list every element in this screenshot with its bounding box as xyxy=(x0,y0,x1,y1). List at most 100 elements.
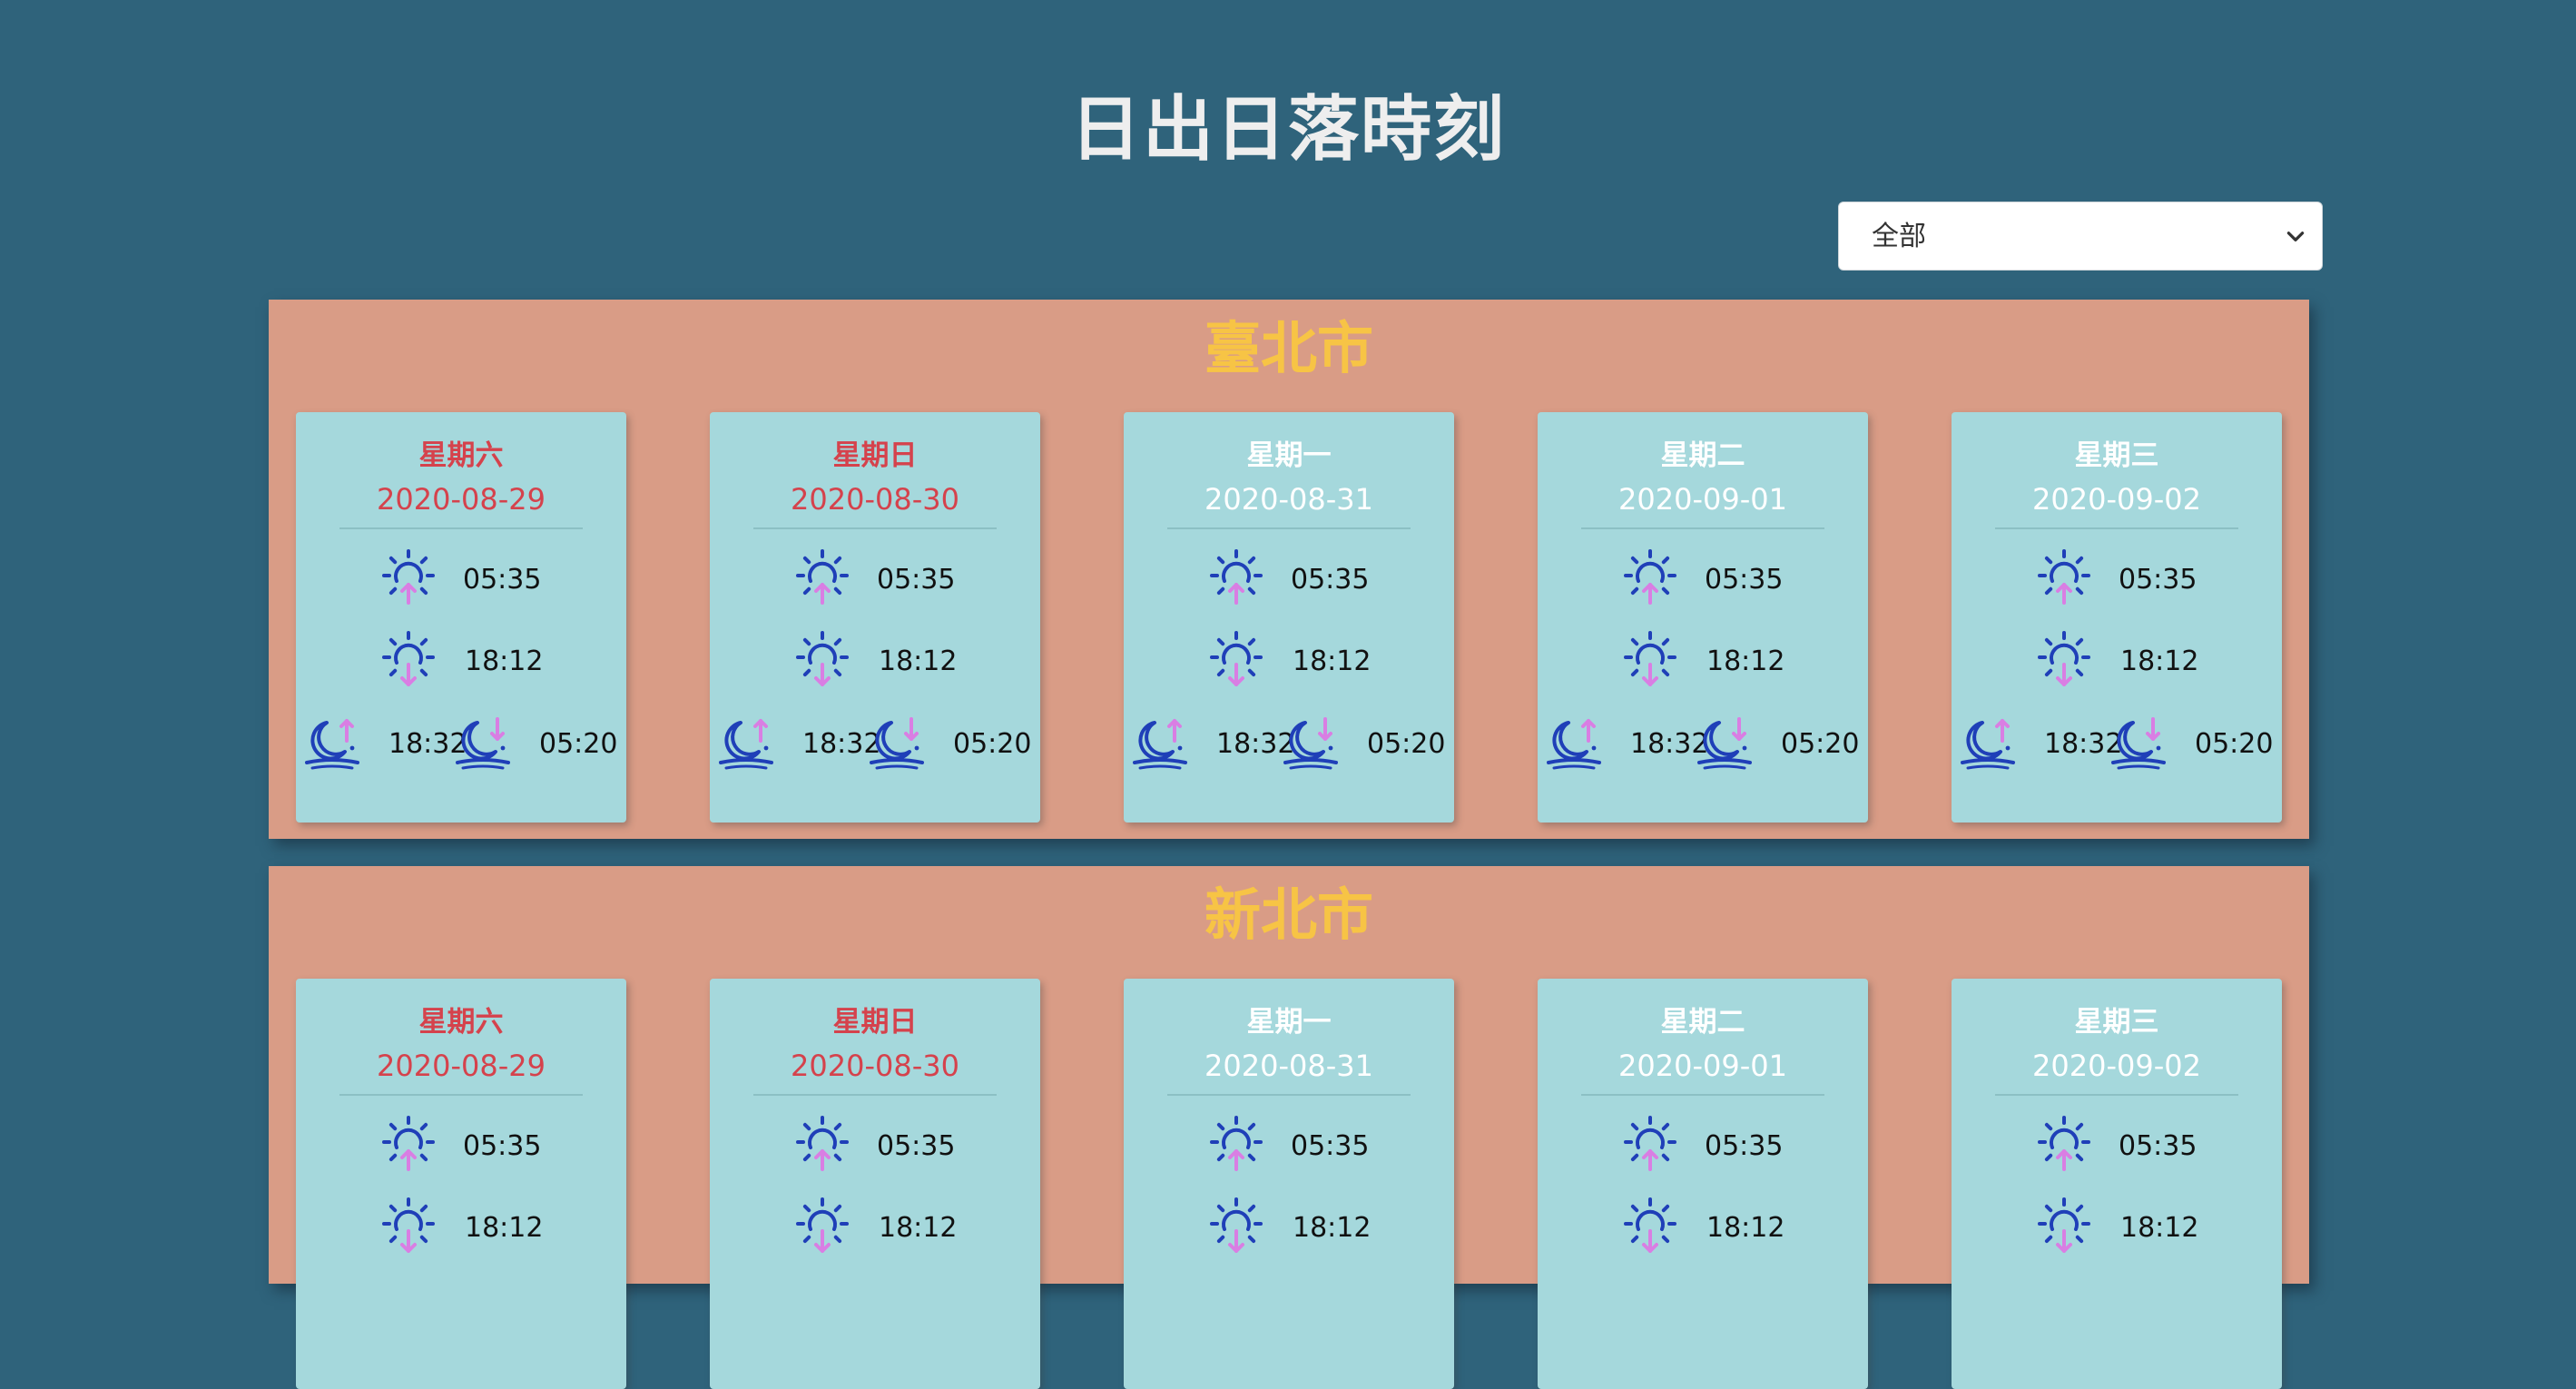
date-label: 2020-09-02 xyxy=(2032,482,2201,517)
moonset-time: 05:20 xyxy=(1367,728,1446,760)
day-card: 星期日 2020-08-30 05:35 18:12 18:32 05:20 xyxy=(710,412,1040,823)
weekday-label: 星期六 xyxy=(418,439,504,472)
moonset-time: 05:20 xyxy=(2195,728,2274,760)
sunrise-icon xyxy=(796,1116,849,1171)
sunset-time: 18:12 xyxy=(1293,1212,1372,1244)
sunrise-icon xyxy=(382,549,435,605)
sunset-time: 18:12 xyxy=(1706,1212,1785,1244)
day-card: 星期二 2020-09-01 05:35 18:12 xyxy=(1538,979,1868,1389)
weekday-label: 星期一 xyxy=(1246,439,1332,472)
moonset-icon xyxy=(1283,717,1338,770)
weekday-label: 星期二 xyxy=(1660,1006,1745,1039)
sunrise-time: 05:35 xyxy=(2119,1130,2197,1162)
weekday-label: 星期日 xyxy=(832,1006,918,1039)
sunset-time: 18:12 xyxy=(2120,1212,2199,1244)
divider xyxy=(753,1094,997,1096)
sunrise-icon xyxy=(1624,1116,1676,1171)
sunset-time: 18:12 xyxy=(2120,645,2199,677)
city-section: 臺北市 星期六 2020-08-29 05:35 18:12 18:32 05:20 星期日… xyxy=(269,300,2309,839)
divider xyxy=(1581,527,1824,529)
sunset-icon xyxy=(382,631,435,686)
weekday-label: 星期三 xyxy=(2074,1006,2159,1039)
sunset-icon xyxy=(1210,1197,1263,1253)
sunrise-time: 05:35 xyxy=(463,564,542,596)
date-label: 2020-08-30 xyxy=(791,1049,959,1083)
divider xyxy=(339,527,583,529)
city-select[interactable]: 全部 xyxy=(1838,202,2323,271)
date-label: 2020-08-29 xyxy=(377,1049,546,1083)
moonset-time: 05:20 xyxy=(539,728,618,760)
city-name: 臺北市 xyxy=(1204,315,1373,381)
divider xyxy=(1995,527,2238,529)
sunrise-icon xyxy=(1624,549,1676,605)
sunset-icon xyxy=(1624,631,1676,686)
sunset-icon xyxy=(796,1197,849,1253)
moonset-time: 05:20 xyxy=(953,728,1032,760)
sunrise-time: 05:35 xyxy=(1705,564,1784,596)
date-label: 2020-09-01 xyxy=(1618,482,1787,517)
date-label: 2020-09-02 xyxy=(2032,1049,2201,1083)
sunrise-time: 05:35 xyxy=(1291,1130,1370,1162)
moonset-time: 05:20 xyxy=(1781,728,1860,760)
moonrise-icon xyxy=(1547,719,1601,770)
sunset-time: 18:12 xyxy=(1706,645,1785,677)
page-title: 日出日落時刻 xyxy=(1069,89,1506,171)
moonrise-icon xyxy=(305,719,359,770)
sunset-time: 18:12 xyxy=(879,1212,958,1244)
day-card: 星期三 2020-09-02 05:35 18:12 xyxy=(1952,979,2282,1389)
sunset-icon xyxy=(1624,1197,1676,1253)
city-section: 新北市 星期六 2020-08-29 05:35 18:12 星期日 2020-08-30… xyxy=(269,866,2309,1389)
sunset-icon xyxy=(1210,631,1263,686)
day-card: 星期二 2020-09-01 05:35 18:12 18:32 05:20 xyxy=(1538,412,1868,823)
sunset-icon xyxy=(2038,631,2090,686)
moonset-icon xyxy=(1697,717,1752,770)
weekday-label: 星期日 xyxy=(832,439,918,472)
sunrise-time: 05:35 xyxy=(2119,564,2197,596)
divider xyxy=(1167,527,1411,529)
sunset-icon xyxy=(2038,1197,2090,1253)
day-card: 星期一 2020-08-31 05:35 18:12 xyxy=(1124,979,1454,1389)
day-card: 星期一 2020-08-31 05:35 18:12 18:32 05:20 xyxy=(1124,412,1454,823)
moonset-icon xyxy=(456,717,510,770)
day-card: 星期三 2020-09-02 05:35 18:12 18:32 05:20 xyxy=(1952,412,2282,823)
date-label: 2020-08-30 xyxy=(791,482,959,517)
sunset-time: 18:12 xyxy=(465,645,544,677)
sunset-time: 18:12 xyxy=(465,1212,544,1244)
sunset-icon xyxy=(382,1197,435,1253)
moonrise-icon xyxy=(1133,719,1187,770)
divider xyxy=(339,1094,583,1096)
moonrise-icon xyxy=(1961,719,2015,770)
moonrise-icon xyxy=(719,719,773,770)
sunrise-icon xyxy=(796,549,849,605)
day-card: 星期六 2020-08-29 05:35 18:12 xyxy=(296,979,626,1389)
sunrise-icon xyxy=(382,1116,435,1171)
sunrise-time: 05:35 xyxy=(877,1130,956,1162)
sunrise-icon xyxy=(1210,1116,1263,1171)
moonset-icon xyxy=(870,717,924,770)
day-card: 星期六 2020-08-29 05:35 18:12 18:32 05:20 xyxy=(296,412,626,823)
divider xyxy=(1167,1094,1411,1096)
sunrise-time: 05:35 xyxy=(877,564,956,596)
date-label: 2020-08-31 xyxy=(1204,482,1373,517)
sunrise-icon xyxy=(2038,549,2090,605)
moonset-icon xyxy=(2111,717,2166,770)
sunrise-time: 05:35 xyxy=(463,1130,542,1162)
divider xyxy=(753,527,997,529)
sunrise-icon xyxy=(1210,549,1263,605)
date-label: 2020-08-31 xyxy=(1204,1049,1373,1083)
weekday-label: 星期二 xyxy=(1660,439,1745,472)
city-select-value: 全部 xyxy=(1872,221,1926,252)
city-name: 新北市 xyxy=(1204,882,1373,948)
sunset-icon xyxy=(796,631,849,686)
weekday-label: 星期六 xyxy=(418,1006,504,1039)
chevron-down-icon xyxy=(2286,232,2305,241)
divider xyxy=(1581,1094,1824,1096)
sunrise-time: 05:35 xyxy=(1705,1130,1784,1162)
date-label: 2020-09-01 xyxy=(1618,1049,1787,1083)
sunrise-icon xyxy=(2038,1116,2090,1171)
weekday-label: 星期一 xyxy=(1246,1006,1332,1039)
sunrise-time: 05:35 xyxy=(1291,564,1370,596)
date-label: 2020-08-29 xyxy=(377,482,546,517)
weekday-label: 星期三 xyxy=(2074,439,2159,472)
sunset-time: 18:12 xyxy=(1293,645,1372,677)
